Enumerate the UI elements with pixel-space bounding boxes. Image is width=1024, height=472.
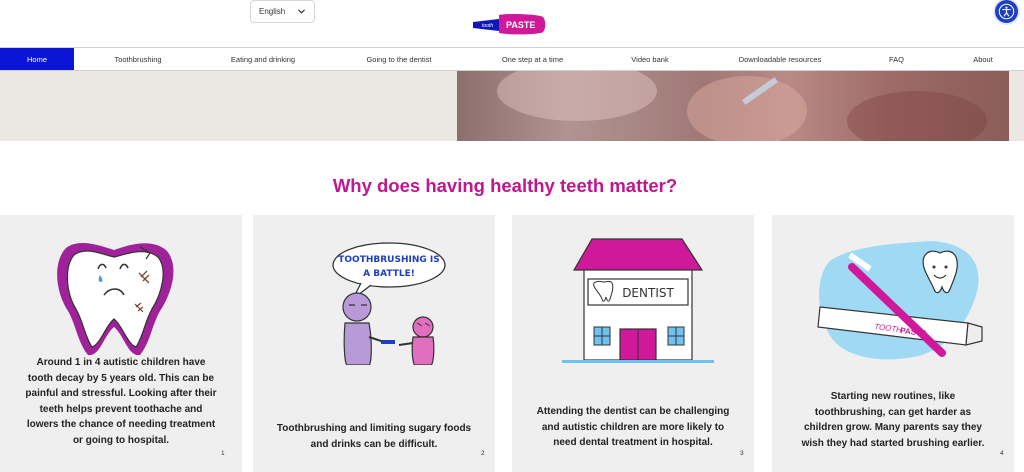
site-header: English tooth PASTE	[0, 0, 1024, 46]
nav-item-going-to-the-dentist[interactable]: Going to the dentist	[324, 48, 474, 70]
language-label: English	[259, 7, 286, 16]
sad-tooth-illustration	[57, 242, 174, 356]
nav-item-one-step-at-a-time[interactable]: One step at a time	[474, 48, 591, 70]
logo-text-small: tooth	[482, 23, 493, 29]
speech-bubble-line-2: A BATTLE!	[363, 269, 415, 279]
card-text: Starting new routines, like toothbrushin…	[801, 391, 985, 449]
info-card-3: DENTIST Attending the dentist can be cha…	[512, 215, 754, 472]
nav-item-faq[interactable]: FAQ	[851, 48, 942, 70]
nav-item-home[interactable]: Home	[0, 48, 74, 70]
card-text: Toothbrushing and limiting sugary foods …	[276, 423, 472, 450]
card-number: 1	[221, 450, 225, 457]
card-text: Attending the dentist can be challenging…	[536, 406, 730, 448]
language-selector[interactable]: English	[250, 0, 315, 23]
toothbrush-and-paste-illustration: TOOTH PASTE	[817, 241, 983, 360]
hero-banner	[0, 71, 1024, 141]
info-card-2: TOOTHBRUSHING IS A BATTLE! Toothbrushing…	[253, 215, 495, 472]
toothpaste-logo[interactable]: tooth PASTE	[471, 11, 547, 37]
accessibility-icon	[998, 3, 1015, 20]
info-card-1: Around 1 in 4 autistic children have too…	[0, 215, 242, 472]
card-number: 4	[1000, 450, 1004, 457]
nav-item-video-bank[interactable]: Video bank	[591, 48, 709, 70]
toothpaste-logo-icon: tooth PASTE	[473, 13, 546, 35]
toothbrushing-battle-illustration: TOOTHBRUSHING IS A BATTLE!	[332, 242, 446, 365]
nav-item-eating-and-drinking[interactable]: Eating and drinking	[202, 48, 324, 70]
main-navigation: Home Toothbrushing Eating and drinking G…	[0, 47, 1024, 71]
speech-bubble-line-1: TOOTHBRUSHING IS	[338, 255, 439, 265]
chevron-down-icon	[298, 9, 305, 14]
nav-item-downloadable-resources[interactable]: Downloadable resources	[709, 48, 851, 70]
dentist-sign-text: DENTIST	[622, 286, 674, 300]
hero-photo	[457, 71, 1009, 141]
accessibility-button[interactable]	[995, 0, 1018, 23]
logo-text-big: PASTE	[506, 20, 535, 30]
info-card-4: TOOTH PASTE Starting new routines, like …	[772, 215, 1014, 472]
nav-item-toothbrushing[interactable]: Toothbrushing	[74, 48, 202, 70]
card-number: 3	[740, 450, 744, 457]
nav-item-about[interactable]: About	[942, 48, 1024, 70]
card-number: 2	[481, 450, 485, 457]
dentist-building-illustration: DENTIST	[562, 238, 714, 363]
section-title: Why does having healthy teeth matter?	[332, 175, 678, 196]
card-text: Around 1 in 4 autistic children have too…	[25, 357, 217, 446]
